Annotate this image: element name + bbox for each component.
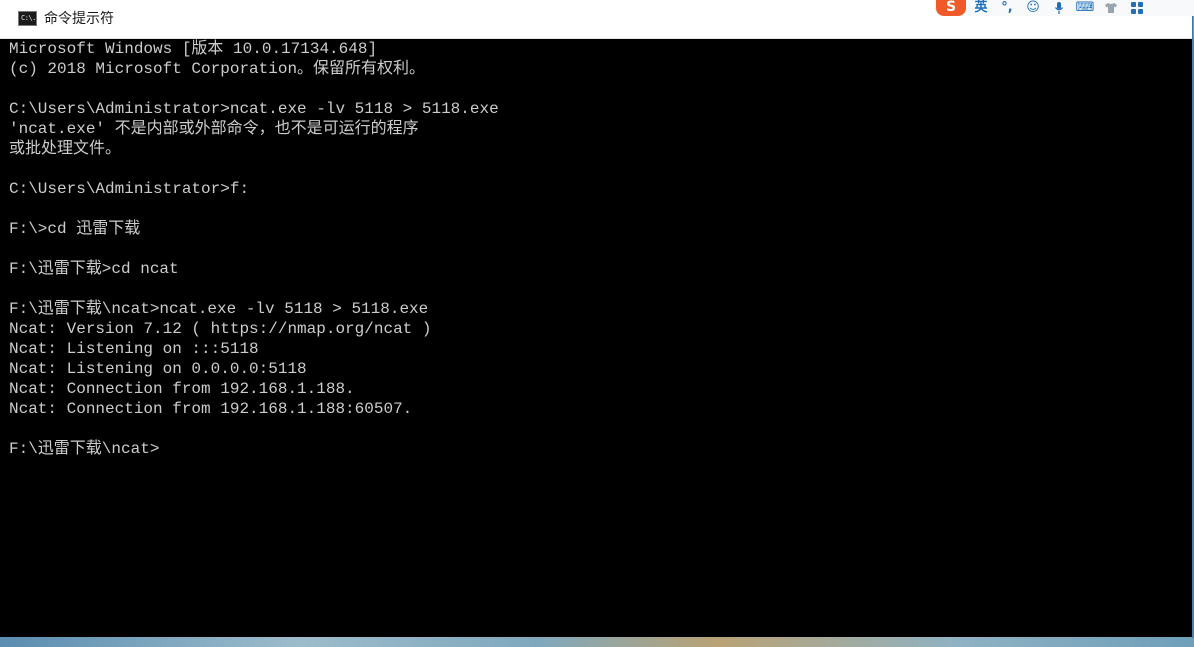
console-line: Microsoft Windows [版本 10.0.17134.648] [9, 40, 378, 58]
console-line: Ncat: Listening on 0.0.0.0:5118 [9, 360, 307, 378]
ime-toolbar[interactable]: S 英 °, ☺ ⌨ [934, 0, 1194, 16]
window-title: 命令提示符 [44, 11, 114, 27]
cmd-app-icon-text: C:\. [21, 14, 36, 22]
grid-tools-icon [1131, 2, 1143, 14]
voice-input-icon[interactable] [1048, 0, 1070, 16]
console-line: (c) 2018 Microsoft Corporation。保留所有权利。 [9, 60, 426, 78]
console-line: Ncat: Connection from 192.168.1.188. [9, 380, 355, 398]
skin-icon[interactable] [1100, 0, 1122, 16]
console-line: F:\迅雷下载\ncat>ncat.exe -lv 5118 > 5118.ex… [9, 300, 429, 318]
console-line: C:\Users\Administrator>ncat.exe -lv 5118… [9, 100, 499, 118]
microphone-icon [1054, 2, 1064, 14]
console-line: 'ncat.exe' 不是内部或外部命令，也不是可运行的程序 [9, 120, 419, 138]
keyboard-icon[interactable]: ⌨ [1074, 0, 1096, 16]
punctuation-icon[interactable]: °, [996, 0, 1018, 16]
english-mode-icon[interactable]: 英 [970, 0, 992, 16]
console-line: F:\>cd 迅雷下载 [9, 220, 141, 238]
shirt-icon [1105, 3, 1117, 13]
console-line: Ncat: Version 7.12 ( https://nmap.org/nc… [9, 320, 432, 338]
console-line: 或批处理文件。 [9, 140, 122, 158]
console-line: F:\迅雷下载>cd ncat [9, 260, 179, 278]
emoji-icon[interactable]: ☺ [1022, 0, 1044, 16]
cmd-app-icon[interactable]: C:\. [18, 11, 37, 26]
console-line: C:\Users\Administrator>f: [9, 180, 250, 198]
console-line: Ncat: Listening on :::5118 [9, 340, 259, 358]
console-line: Ncat: Connection from 192.168.1.188:6050… [9, 400, 413, 418]
desktop-background-bottom [0, 637, 1194, 647]
console-output[interactable]: Microsoft Windows [版本 10.0.17134.648] (c)… [9, 39, 1189, 635]
console-prompt-line[interactable]: F:\迅雷下载\ncat> [9, 439, 1189, 459]
sogou-logo-icon[interactable]: S [936, 0, 966, 16]
cmd-window[interactable]: C:\. 命令提示符 Microsoft Windows [版本 10.0.17… [0, 0, 1193, 637]
tools-icon[interactable] [1126, 0, 1148, 16]
